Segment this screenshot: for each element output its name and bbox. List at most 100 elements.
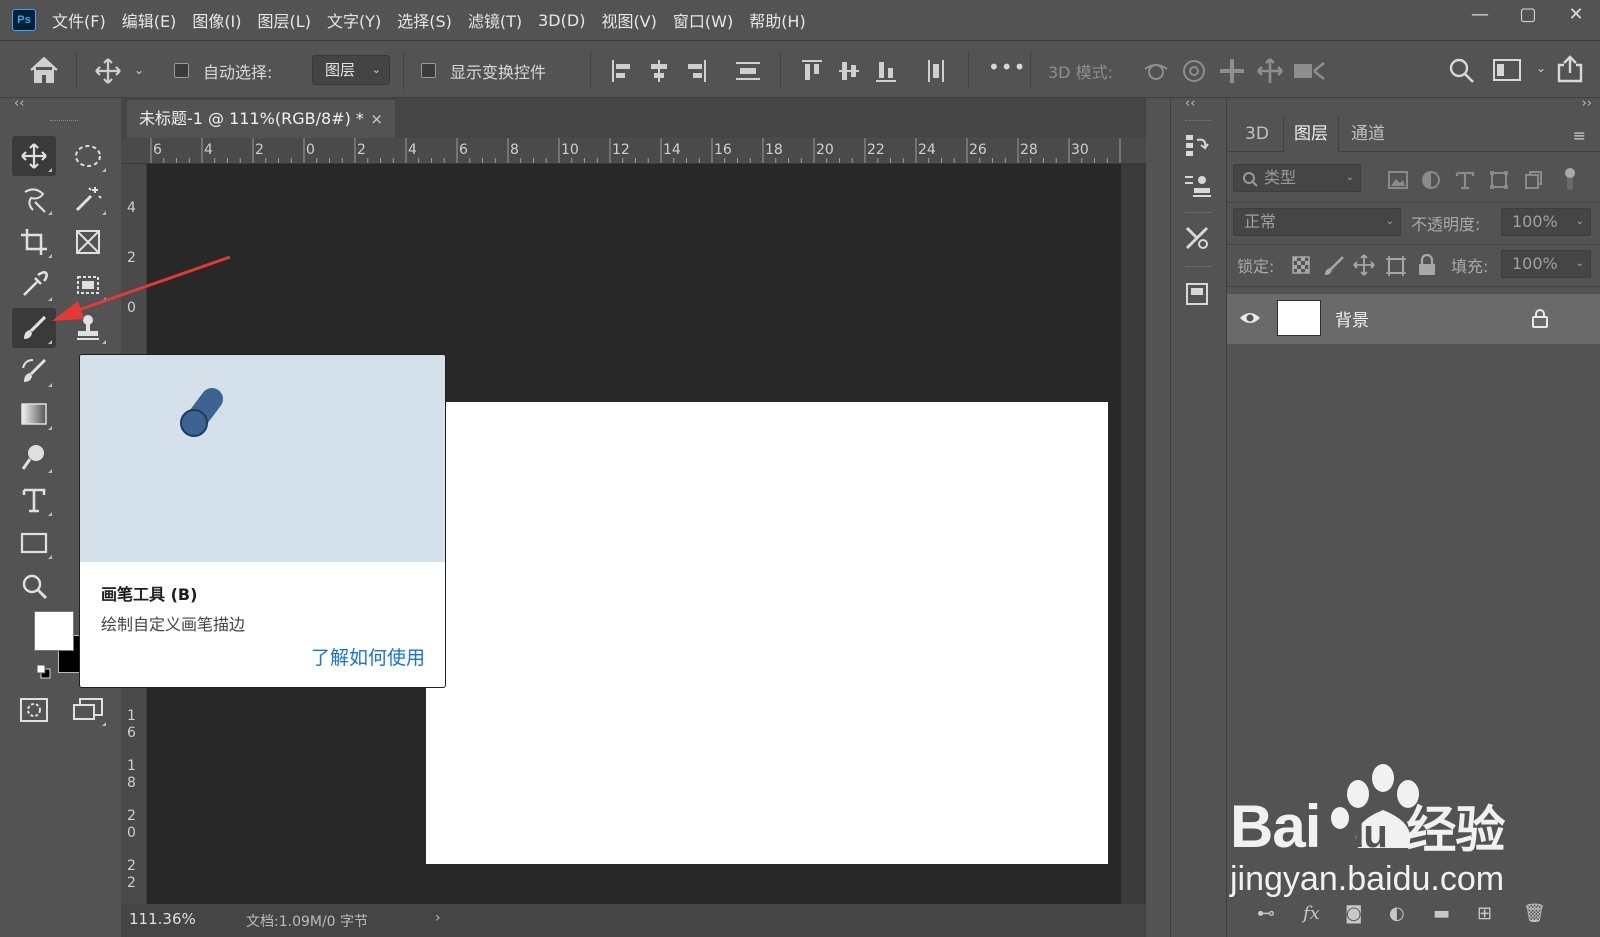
menu-help[interactable]: 帮助(H) — [749, 8, 806, 32]
dodge-tool[interactable] — [12, 437, 56, 477]
menu-view[interactable]: 视图(V) — [601, 8, 656, 32]
type-tool[interactable] — [12, 480, 56, 520]
document-info[interactable]: 文档:1.09M/0 字节 — [246, 911, 368, 931]
vertical-scrollbar[interactable] — [1121, 164, 1146, 904]
history-panel-icon[interactable] — [1177, 126, 1217, 166]
layer-thumbnail[interactable] — [1277, 300, 1321, 336]
filter-pixel-icon[interactable] — [1387, 170, 1409, 190]
align-left-icon[interactable] — [610, 57, 634, 85]
filter-smart-object-icon[interactable] — [1523, 170, 1543, 190]
align-top-icon[interactable] — [800, 57, 824, 85]
layer-name[interactable]: 背景 — [1335, 306, 1369, 331]
lock-artboard-icon[interactable] — [1385, 255, 1407, 277]
tab-3d[interactable]: 3D — [1235, 116, 1279, 152]
close-tab-icon[interactable]: × — [370, 100, 383, 138]
show-transform-checkbox[interactable] — [421, 63, 436, 78]
move-tool-icon[interactable] — [94, 57, 122, 85]
document-tab[interactable]: 未标题-1 @ 111%(RGB/8#) * × — [127, 100, 395, 138]
screen-mode-button[interactable] — [66, 690, 110, 730]
gradient-tool[interactable] — [12, 394, 56, 434]
menu-3d[interactable]: 3D(D) — [538, 11, 585, 30]
magic-wand-tool[interactable] — [66, 179, 110, 219]
adjustment-layer-icon[interactable]: ◐ — [1389, 903, 1405, 924]
rectangle-tool[interactable] — [12, 523, 56, 563]
align-center-h-icon[interactable] — [647, 57, 671, 85]
more-options-button[interactable]: ••• — [988, 55, 1026, 79]
3d-pan-icon[interactable] — [1218, 57, 1246, 85]
eye-icon[interactable] — [1239, 310, 1261, 326]
close-button[interactable]: ✕ — [1552, 0, 1600, 32]
menu-filter[interactable]: 滤镜(T) — [468, 8, 522, 32]
menu-select[interactable]: 选择(S) — [397, 8, 452, 32]
3d-slide-icon[interactable] — [1256, 57, 1284, 85]
lasso-tool[interactable] — [12, 179, 56, 219]
tab-channels[interactable]: 通道 — [1341, 116, 1395, 152]
lock-pixels-icon[interactable] — [1323, 255, 1345, 277]
share-icon[interactable] — [1555, 54, 1585, 84]
filter-type-icon[interactable] — [1455, 170, 1475, 190]
align-bottom-icon[interactable] — [874, 57, 898, 85]
3d-roll-icon[interactable] — [1180, 57, 1208, 85]
trash-icon[interactable]: 🗑 — [1523, 903, 1546, 924]
learn-how-link[interactable]: 了解如何使用 — [311, 643, 425, 670]
opacity-field[interactable]: 100% ⌄ — [1501, 208, 1591, 236]
maximize-button[interactable]: ▢ — [1504, 0, 1552, 32]
minimize-button[interactable]: — — [1456, 0, 1504, 32]
distribute-icon[interactable] — [734, 57, 762, 85]
fill-field[interactable]: 100% ⌄ — [1501, 250, 1591, 278]
marquee-tool[interactable] — [66, 136, 110, 176]
auto-select-target-dropdown[interactable]: 图层 ⌄ — [312, 55, 390, 85]
tool-presets-panel-icon[interactable] — [1177, 218, 1217, 258]
panel-menu-icon[interactable]: ≡ — [1573, 126, 1586, 145]
search-icon[interactable] — [1447, 56, 1475, 84]
distribute-vertical-icon[interactable] — [924, 57, 948, 85]
menu-layer[interactable]: 图层(L) — [258, 8, 311, 32]
chevron-down-icon[interactable]: ⌄ — [1536, 61, 1546, 75]
menu-edit[interactable]: 编辑(E) — [122, 8, 177, 32]
quick-mask-button[interactable] — [12, 690, 56, 730]
strip-collapse-icon[interactable]: ‹‹ — [1185, 96, 1195, 111]
panel-expand-icon[interactable]: ›› — [1582, 96, 1592, 111]
menu-window[interactable]: 窗口(W) — [673, 8, 733, 32]
layer-filter-dropdown[interactable]: 类型 ⌄ — [1233, 164, 1361, 192]
add-mask-icon[interactable]: ◙ — [1345, 903, 1362, 924]
history-brush-tool[interactable] — [12, 351, 56, 391]
3d-camera-icon[interactable] — [1292, 59, 1326, 83]
3d-orbit-icon[interactable] — [1142, 57, 1170, 85]
auto-select-checkbox[interactable] — [174, 63, 189, 78]
properties-panel-icon[interactable] — [1177, 274, 1217, 314]
new-group-icon[interactable]: ▬ — [1433, 903, 1450, 924]
move-tool[interactable] — [12, 136, 56, 176]
fx-icon[interactable]: fx — [1303, 903, 1320, 924]
menu-type[interactable]: 文字(Y) — [327, 8, 381, 32]
clone-source-panel-icon[interactable] — [1177, 166, 1217, 206]
lock-transparent-icon[interactable] — [1291, 255, 1311, 275]
chevron-down-icon[interactable]: ⌄ — [134, 63, 144, 77]
toolbox-grip[interactable] — [50, 120, 78, 123]
gradient-icon — [21, 403, 47, 425]
tab-layers[interactable]: 图层 — [1283, 116, 1339, 152]
blend-mode-dropdown[interactable]: 正常 ⌄ — [1233, 208, 1401, 236]
ruler-h-label: 28 — [1020, 142, 1038, 158]
workspace-icon[interactable] — [1492, 57, 1522, 83]
status-expand-icon[interactable]: › — [435, 910, 441, 926]
lock-all-icon[interactable] — [1417, 254, 1437, 276]
new-layer-icon[interactable]: ⊞ — [1477, 903, 1492, 924]
align-right-icon[interactable] — [684, 57, 708, 85]
link-layers-icon[interactable]: ⊷ — [1257, 903, 1275, 924]
zoom-level[interactable]: 111.36% — [129, 910, 196, 928]
align-middle-v-icon[interactable] — [837, 57, 861, 85]
filter-adjustment-icon[interactable] — [1421, 170, 1441, 190]
filter-shape-icon[interactable] — [1489, 170, 1509, 190]
menu-file[interactable]: 文件(F) — [52, 8, 106, 32]
lock-position-icon[interactable] — [1353, 254, 1375, 276]
foreground-color-swatch[interactable] — [34, 611, 74, 651]
toolbox-collapse-icon[interactable]: ‹‹ — [14, 96, 24, 111]
default-colors-icon[interactable] — [36, 664, 52, 680]
filter-toggle[interactable] — [1563, 166, 1577, 192]
home-icon[interactable] — [28, 55, 60, 85]
layer-row[interactable]: 背景 — [1227, 294, 1600, 344]
zoom-tool[interactable] — [12, 566, 56, 606]
document-canvas[interactable] — [426, 402, 1108, 864]
menu-image[interactable]: 图像(I) — [192, 8, 241, 32]
